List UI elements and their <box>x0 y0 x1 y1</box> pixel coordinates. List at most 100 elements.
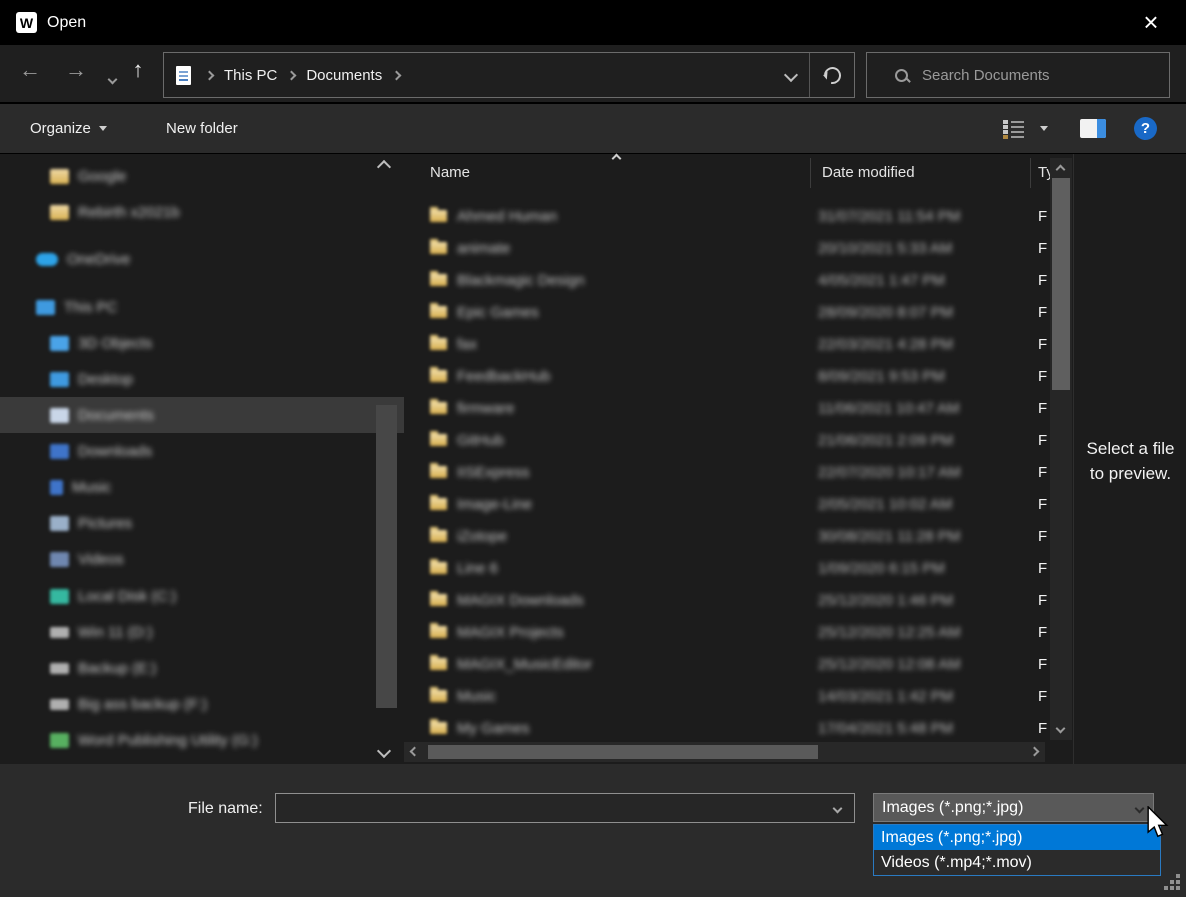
file-list-vertical-scrollbar[interactable] <box>1050 158 1072 740</box>
address-bar[interactable]: This PC Documents <box>163 52 855 98</box>
column-divider[interactable] <box>810 158 811 188</box>
file-list-horizontal-scrollbar[interactable] <box>404 742 1045 762</box>
folder-icon <box>430 402 447 414</box>
address-dropdown-button[interactable] <box>772 53 809 97</box>
breadcrumb-documents[interactable]: Documents <box>300 53 388 97</box>
sidebar-scrollbar-thumb[interactable] <box>376 405 397 708</box>
sidebar-item-backup-e-[interactable]: Backup (E:) <box>0 650 404 686</box>
sidebar-item-pictures[interactable]: Pictures <box>0 505 404 541</box>
search-input[interactable] <box>920 66 1144 85</box>
file-type: F <box>1038 720 1047 737</box>
sidebar-item-downloads[interactable]: Downloads <box>0 433 404 469</box>
change-view-button[interactable] <box>1003 104 1025 153</box>
horizontal-scrollbar-thumb[interactable] <box>428 745 818 759</box>
downloads-icon <box>50 444 69 459</box>
file-date-modified: 25/12/2020 1:46 PM <box>818 592 953 609</box>
sidebar-item-google[interactable]: Google <box>0 158 404 194</box>
file-type: F <box>1038 624 1047 641</box>
file-type: F <box>1038 208 1047 225</box>
disk-icon <box>50 627 69 638</box>
file-row[interactable]: GitHub 21/06/2021 2:09 PM F <box>404 424 1050 456</box>
sidebar-item-videos[interactable]: Videos <box>0 541 404 577</box>
preview-message: Select a file to preview. <box>1074 436 1186 486</box>
file-list-rows: Ahmed Human 31/07/2021 11:54 PM F animat… <box>404 200 1050 744</box>
sidebar-item-this-pc[interactable]: This PC <box>0 289 404 325</box>
file-type-option[interactable]: Images (*.png;*.jpg) <box>874 825 1160 850</box>
folder-icon <box>430 690 447 702</box>
file-row[interactable]: Blackmagic Design 4/05/2021 1:47 PM F <box>404 264 1050 296</box>
scroll-up-icon[interactable] <box>1056 165 1066 175</box>
file-row[interactable]: MAGIX_MusicEditor 25/12/2020 12:08 AM F <box>404 648 1050 680</box>
sidebar-item-win-11-d-[interactable]: Win 11 (D:) <box>0 614 404 650</box>
file-date-modified: 21/06/2021 2:09 PM <box>818 432 953 449</box>
file-row[interactable]: Epic Games 28/09/2020 8:07 PM F <box>404 296 1050 328</box>
music-icon <box>50 480 63 495</box>
scroll-right-icon[interactable] <box>1030 747 1040 757</box>
new-folder-button[interactable]: New folder <box>166 104 238 153</box>
view-options-chevron[interactable] <box>1040 104 1048 153</box>
desktop-icon <box>50 372 69 387</box>
help-button[interactable]: ? <box>1134 104 1157 153</box>
documents-icon <box>50 408 69 423</box>
close-button[interactable]: × <box>1128 0 1174 45</box>
organize-button[interactable]: Organize <box>30 104 107 153</box>
preview-message-line2: to preview. <box>1074 461 1186 486</box>
file-type: F <box>1038 656 1047 673</box>
column-header-date-modified[interactable]: Date modified <box>822 164 915 181</box>
file-row[interactable]: FeedbackHub 8/09/2021 9:53 PM F <box>404 360 1050 392</box>
sidebar-item-rebirth-x2021b[interactable]: Rebirth x2021b <box>0 194 404 230</box>
file-type-combobox[interactable]: Images (*.png;*.jpg) <box>873 793 1154 822</box>
open-dialog: W Open × ← → ↑ This PC Documents <box>0 0 1186 897</box>
file-name: iZotope <box>457 528 507 545</box>
sidebar-item-big-ass-backup-f-[interactable]: Big ass backup (F:) <box>0 686 404 722</box>
file-type: F <box>1038 432 1047 449</box>
sidebar-item-onedrive[interactable]: OneDrive <box>0 241 404 277</box>
file-row[interactable]: IISExpress 22/07/2020 10:17 AM F <box>404 456 1050 488</box>
file-row[interactable]: Music 14/03/2021 1:42 PM F <box>404 680 1050 712</box>
file-name: Music <box>457 688 496 705</box>
file-row[interactable]: Image-Line 2/05/2021 10:02 AM F <box>404 488 1050 520</box>
sidebar-item-desktop[interactable]: Desktop <box>0 361 404 397</box>
up-button[interactable]: ↑ <box>122 57 154 83</box>
sidebar-item-documents[interactable]: Documents <box>0 397 404 433</box>
file-row[interactable]: My Games 17/04/2021 5:48 PM F <box>404 712 1050 744</box>
refresh-button[interactable] <box>810 53 854 97</box>
location-document-icon <box>176 66 191 85</box>
preview-pane-button[interactable] <box>1080 104 1106 153</box>
file-type-option[interactable]: Videos (*.mp4;*.mov) <box>874 850 1160 875</box>
back-button[interactable]: ← <box>14 57 46 83</box>
folder-icon <box>430 242 447 254</box>
command-toolbar: Organize New folder ? <box>0 104 1186 154</box>
sidebar-item-word-publishing-utility-g-[interactable]: Word Publishing Utility (G:) <box>0 722 404 758</box>
file-row[interactable]: iZotope 30/08/2021 11:28 PM F <box>404 520 1050 552</box>
file-row[interactable]: MAGIX Projects 25/12/2020 12:25 AM F <box>404 616 1050 648</box>
column-header-name[interactable]: Name <box>430 164 470 181</box>
folder-icon <box>430 498 447 510</box>
scroll-down-icon[interactable] <box>1056 724 1066 734</box>
file-type-selected: Images (*.png;*.jpg) <box>882 799 1023 817</box>
file-row[interactable]: fax 22/03/2021 4:28 PM F <box>404 328 1050 360</box>
file-row[interactable]: firmware 11/06/2021 10:47 AM F <box>404 392 1050 424</box>
breadcrumb-this-pc[interactable]: This PC <box>218 53 283 97</box>
scroll-left-icon[interactable] <box>410 747 420 757</box>
sidebar-item-3d-objects[interactable]: 3D Objects <box>0 325 404 361</box>
vertical-scrollbar-thumb[interactable] <box>1052 178 1070 390</box>
file-row[interactable]: animate 20/10/2021 5:33 AM F <box>404 232 1050 264</box>
search-box[interactable] <box>866 52 1170 98</box>
disk-green-icon <box>50 733 69 748</box>
folder-icon <box>50 205 69 220</box>
cube-icon <box>50 336 69 351</box>
file-row[interactable]: MAGIX Downloads 25/12/2020 1:46 PM F <box>404 584 1050 616</box>
file-name-input[interactable] <box>275 793 855 823</box>
file-row[interactable]: Line 6 1/09/2020 6:15 PM F <box>404 552 1050 584</box>
refresh-icon <box>820 63 844 87</box>
sidebar-item-music[interactable]: Music <box>0 469 404 505</box>
file-date-modified: 11/06/2021 10:47 AM <box>818 400 960 417</box>
sidebar-item-local-disk-c-[interactable]: Local Disk (C:) <box>0 578 404 614</box>
forward-button[interactable]: → <box>60 57 92 83</box>
file-type: F <box>1038 304 1047 321</box>
resize-grip[interactable] <box>1164 874 1182 892</box>
file-type: F <box>1038 240 1047 257</box>
file-row[interactable]: Ahmed Human 31/07/2021 11:54 PM F <box>404 200 1050 232</box>
column-divider[interactable] <box>1030 158 1031 188</box>
